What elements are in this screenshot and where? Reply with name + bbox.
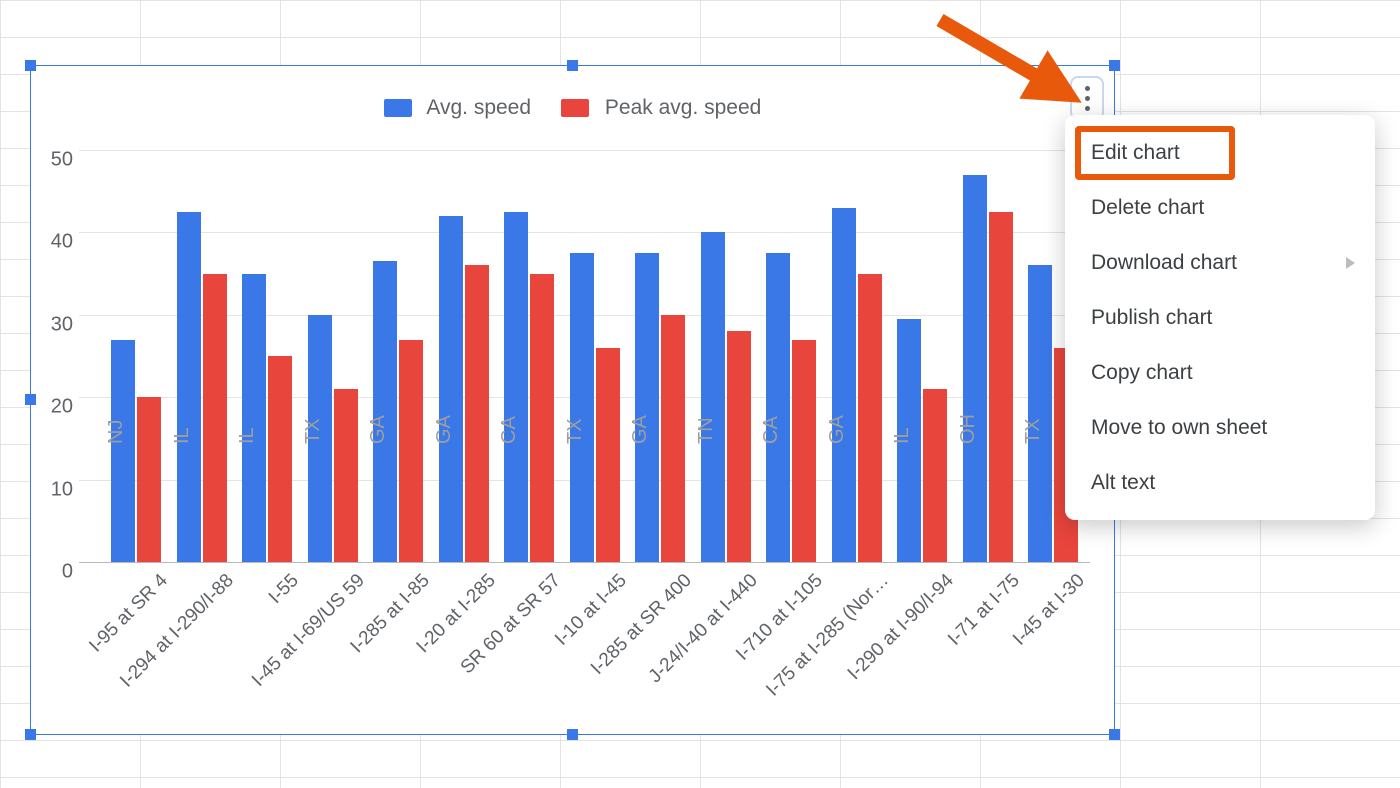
y-tick-label: 10 [33,478,73,501]
menu-label: Alt text [1091,471,1155,495]
submenu-arrow-icon [1346,257,1355,269]
bar-group: OH [959,150,1025,562]
menu-label: Delete chart [1091,196,1204,220]
resize-handle-bl[interactable] [25,729,36,740]
bar-group: IL [173,150,239,562]
bar [399,340,423,562]
bar-group: GA [369,150,435,562]
state-label: IL [171,427,194,444]
menu-publish-chart[interactable]: Publish chart [1065,290,1375,345]
bar-group: IL [893,150,959,562]
chart-legend: Avg. speed Peak avg. speed [31,96,1114,120]
bar-group: TN [697,150,763,562]
bar-group: TX [304,150,370,562]
state-label: GA [433,415,456,444]
bar [661,315,685,562]
bar-group: NJ [107,150,173,562]
gridline [79,562,1090,563]
bar [832,208,856,562]
chart-context-menu: Edit chart Delete chart Download chart P… [1065,115,1375,520]
menu-label: Download chart [1091,251,1237,275]
menu-copy-chart[interactable]: Copy chart [1065,345,1375,400]
menu-label: Move to own sheet [1091,416,1267,440]
legend-label: Avg. speed [426,96,531,119]
state-label: TX [564,418,587,444]
bar [596,348,620,562]
state-label: OH [957,414,980,444]
legend-item: Peak avg. speed [561,96,761,120]
y-tick-label: 20 [33,396,73,419]
menu-move-to-own-sheet[interactable]: Move to own sheet [1065,400,1375,455]
bar [111,340,135,562]
bar [530,274,554,562]
bar [766,253,790,562]
state-label: TN [695,417,718,444]
bar [635,253,659,562]
bar [792,340,816,562]
bar [504,212,528,562]
bar [203,274,227,562]
bar [177,212,201,562]
menu-label: Copy chart [1091,361,1193,385]
bar-group: GA [828,150,894,562]
state-label: CA [760,416,783,444]
state-label: CA [498,416,521,444]
bar [373,261,397,562]
resize-handle-br[interactable] [1109,729,1120,740]
legend-swatch [384,99,412,117]
state-label: IL [236,427,259,444]
bar-group: GA [631,150,697,562]
bar [465,265,489,562]
x-axis: I-95 at SR 4I-294 at I-290/I-88I-55I-45 … [107,570,1090,730]
state-label: IL [891,427,914,444]
bar [727,331,751,562]
menu-label: Publish chart [1091,306,1212,330]
menu-alt-text[interactable]: Alt text [1065,455,1375,510]
menu-label: Edit chart [1091,141,1180,165]
resize-handle-tl[interactable] [25,60,36,71]
y-tick-label: 30 [33,313,73,336]
legend-swatch [561,99,589,117]
bar-group: GA [435,150,501,562]
state-label: TX [302,418,325,444]
bar [1028,265,1052,562]
state-label: GA [367,415,390,444]
state-label: GA [629,415,652,444]
resize-handle-bm[interactable] [567,729,578,740]
legend-item: Avg. speed [384,96,531,120]
y-tick-label: 50 [33,149,73,172]
menu-edit-chart[interactable]: Edit chart [1065,125,1375,180]
state-label: NJ [105,420,128,444]
bar [989,212,1013,562]
menu-delete-chart[interactable]: Delete chart [1065,180,1375,235]
bars-container: NJ IL IL TX GA GA CA TX GA TN CA GA IL OH TX [107,150,1090,562]
bar [923,389,947,562]
bar [242,274,266,562]
y-axis: 01020304050 [39,150,79,562]
bar [570,253,594,562]
bar-group: CA [762,150,828,562]
bar [963,175,987,562]
bar [701,232,725,562]
kebab-dot-icon [1085,86,1090,91]
bar [137,397,161,562]
legend-label: Peak avg. speed [605,96,761,119]
resize-handle-tr[interactable] [1109,60,1120,71]
bar [439,216,463,562]
bar [268,356,292,562]
y-tick-label: 0 [33,561,73,584]
chart-object[interactable]: Avg. speed Peak avg. speed 01020304050 N… [30,65,1115,735]
bar-group: CA [500,150,566,562]
state-label: GA [826,415,849,444]
y-tick-label: 40 [33,231,73,254]
bar [858,274,882,562]
menu-download-chart[interactable]: Download chart [1065,235,1375,290]
bar [334,389,358,562]
bar-group: TX [566,150,632,562]
bar-group: IL [238,150,304,562]
resize-handle-tm[interactable] [567,60,578,71]
state-label: TX [1022,418,1045,444]
plot-area: 01020304050 NJILILTXGAGACATXGATNCAGAILOH… [79,150,1090,562]
